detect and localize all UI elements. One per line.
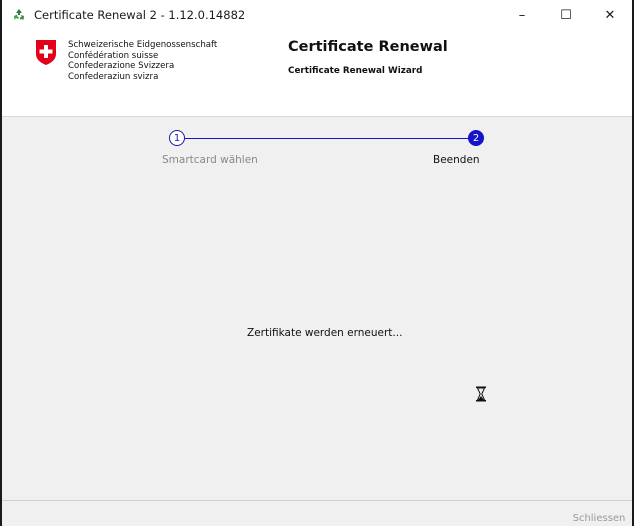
step-1-indicator: 1 <box>169 130 185 146</box>
government-name: Schweizerische Eidgenossenschaft Confédé… <box>68 40 217 82</box>
app-window: Certificate Renewal 2 - 1.12.0.14882 – ☐… <box>0 0 634 526</box>
close-button[interactable]: Schliessen <box>568 511 630 526</box>
window-title: Certificate Renewal 2 - 1.12.0.14882 <box>34 8 246 22</box>
status-message: Zertifikate werden erneuert... <box>247 327 403 339</box>
gov-line-it: Confederazione Svizzera <box>68 61 175 71</box>
maximize-button[interactable]: ☐ <box>544 0 588 30</box>
page-title: Certificate Renewal <box>288 39 448 55</box>
step-2-label: Beenden <box>433 154 480 166</box>
step-connector <box>185 137 468 139</box>
swiss-flag-icon <box>36 40 56 65</box>
minimize-button[interactable]: – <box>500 0 544 30</box>
gov-line-de: Schweizerische Eidgenossenschaft <box>68 40 218 50</box>
page-subtitle: Certificate Renewal Wizard <box>288 66 423 76</box>
wizard-header: Schweizerische Eidgenossenschaft Confédé… <box>2 30 632 117</box>
step-2-indicator: 2 <box>468 130 484 146</box>
gov-line-rm: Confederaziun svizra <box>68 71 159 82</box>
footer-divider <box>2 500 632 501</box>
recycle-icon <box>10 6 28 24</box>
gov-line-fr: Confédération suisse <box>68 50 159 61</box>
step-1-label: Smartcard wählen <box>162 154 258 166</box>
hourglass-icon <box>476 386 486 402</box>
close-window-button[interactable]: ✕ <box>588 0 632 30</box>
title-bar[interactable]: Certificate Renewal 2 - 1.12.0.14882 – ☐… <box>2 0 632 30</box>
window-controls: – ☐ ✕ <box>500 0 632 30</box>
wizard-stepper: 1 2 Smartcard wählen Beenden <box>2 116 632 176</box>
